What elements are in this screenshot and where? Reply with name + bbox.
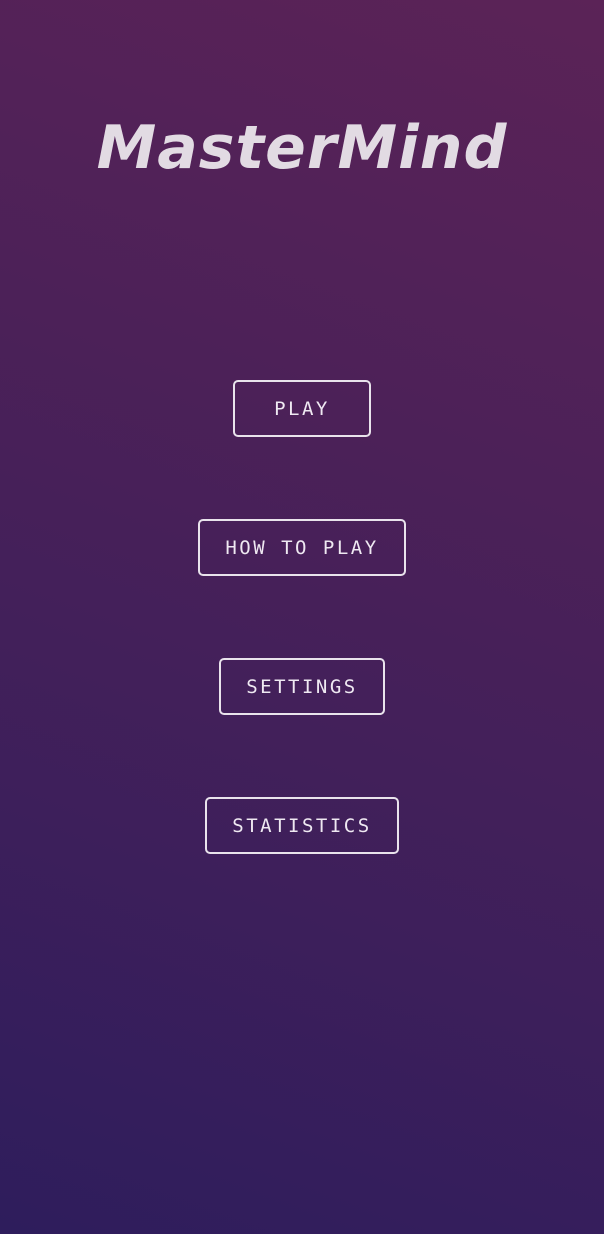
- main-menu: PLAY HOW TO PLAY SETTINGS STATISTICS: [0, 380, 604, 854]
- settings-button[interactable]: SETTINGS: [219, 658, 385, 715]
- how-to-play-button[interactable]: HOW TO PLAY: [198, 519, 406, 576]
- statistics-button[interactable]: STATISTICS: [205, 797, 399, 854]
- app-title: MasterMind: [96, 113, 508, 183]
- play-button[interactable]: PLAY: [233, 380, 371, 437]
